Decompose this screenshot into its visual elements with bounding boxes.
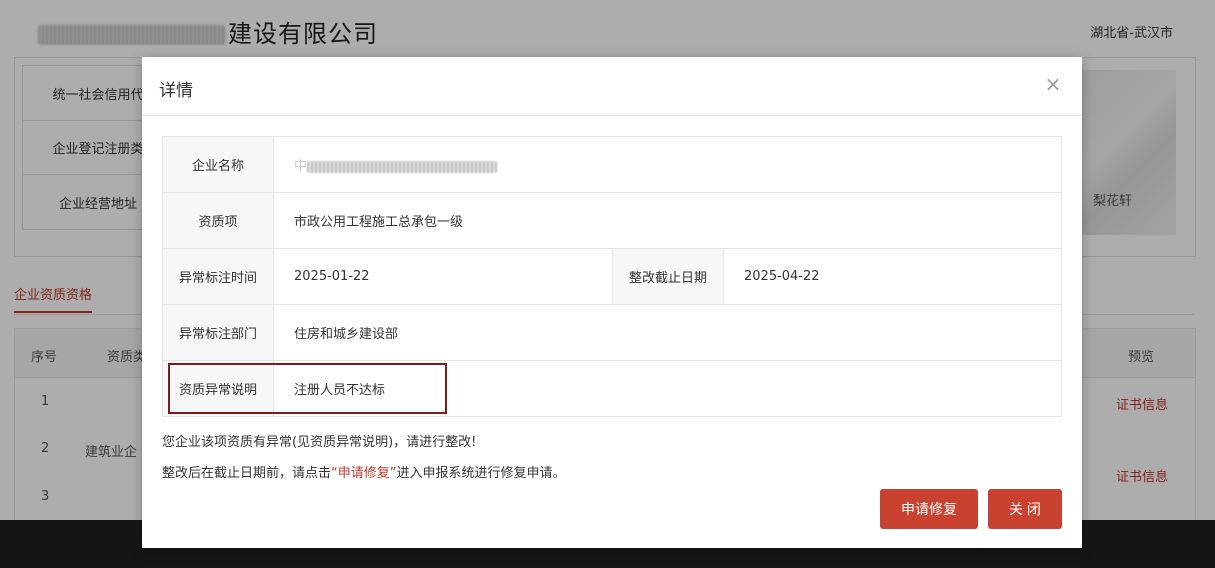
redacted-company-name bbox=[307, 160, 498, 173]
apply-repair-button[interactable]: 申请修复 bbox=[880, 489, 978, 529]
notice-text-post: 进入申报系统进行修复申请。 bbox=[396, 466, 566, 481]
label-mark-time: 异常标注时间 bbox=[162, 248, 274, 305]
label-deadline: 整改截止日期 bbox=[612, 248, 724, 305]
value-deadline: 2025-04-22 bbox=[723, 248, 1062, 305]
close-icon[interactable]: × bbox=[1042, 73, 1064, 95]
label-company-name: 企业名称 bbox=[162, 136, 274, 193]
value-company-name: 中 bbox=[273, 136, 1062, 193]
row-department: 异常标注部门 住房和城乡建设部 bbox=[162, 304, 1062, 361]
notice-text-apply: “申请修复” bbox=[331, 466, 397, 481]
company-name-prefix: 中 bbox=[294, 159, 308, 174]
row-dates: 异常标注时间 2025-01-22 整改截止日期 2025-04-22 bbox=[162, 248, 1062, 305]
modal-title: 详情 bbox=[159, 81, 193, 101]
notice-line-2: 整改后在截止日期前，请点击“申请修复”进入申报系统进行修复申请。 bbox=[162, 462, 566, 481]
value-qualification: 市政公用工程施工总承包一级 bbox=[273, 192, 1062, 249]
value-mark-time: 2025-01-22 bbox=[273, 248, 613, 305]
row-reason: 资质异常说明 注册人员不达标 bbox=[162, 360, 1062, 417]
detail-table: 企业名称 中 资质项 市政公用工程施工总承包一级 异常标注时间 2025-01-… bbox=[162, 136, 1062, 417]
value-department: 住房和城乡建设部 bbox=[273, 304, 1062, 361]
row-qualification: 资质项 市政公用工程施工总承包一级 bbox=[162, 192, 1062, 249]
row-company: 企业名称 中 bbox=[162, 136, 1062, 193]
close-button[interactable]: 关 闭 bbox=[988, 489, 1062, 529]
label-department: 异常标注部门 bbox=[162, 304, 274, 361]
label-reason: 资质异常说明 bbox=[162, 360, 274, 417]
value-reason: 注册人员不达标 bbox=[273, 360, 1062, 417]
modal-header: 详情 × bbox=[142, 57, 1082, 116]
detail-modal: 详情 × 企业名称 中 资质项 市政公用工程施工总承包一级 异常标注时间 202… bbox=[142, 57, 1082, 548]
notice-line-1: 您企业该项资质有异常(见资质异常说明)，请进行整改! bbox=[162, 435, 477, 450]
notice-text-pre: 整改后在截止日期前，请点击 bbox=[162, 466, 332, 481]
label-qualification: 资质项 bbox=[162, 192, 274, 249]
